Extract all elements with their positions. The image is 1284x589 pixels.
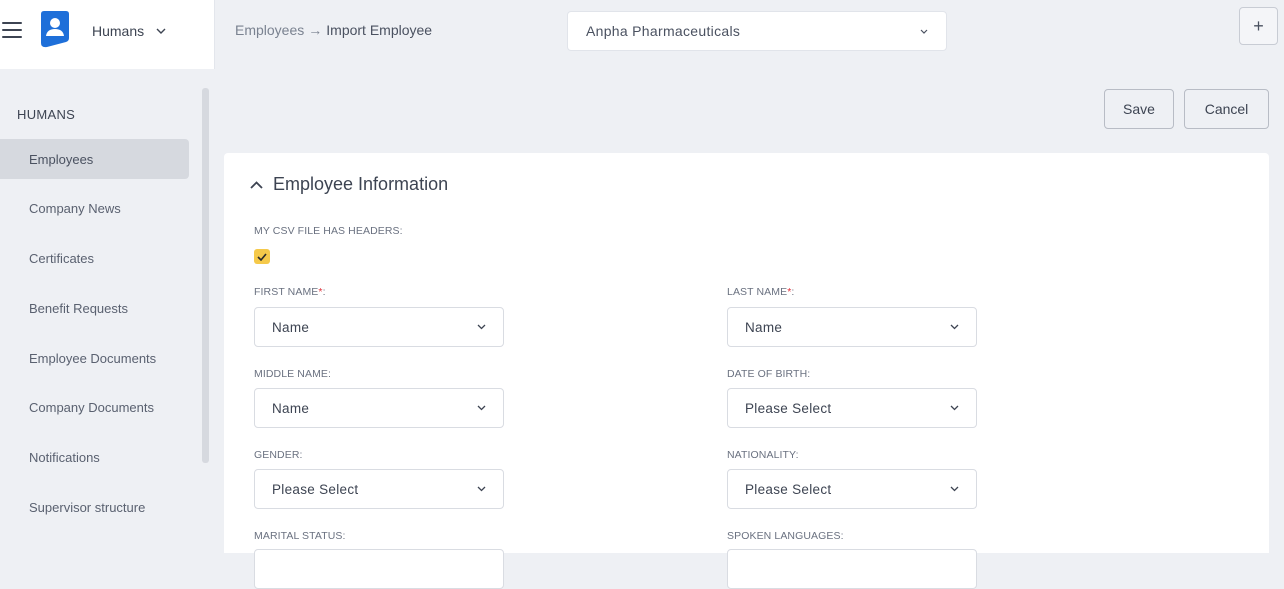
cancel-button[interactable]: Cancel (1184, 89, 1269, 129)
last-name-select[interactable]: Name (727, 307, 977, 347)
chevron-down-icon (156, 28, 166, 34)
middle-name-label: MIDDLE NAME: (254, 368, 332, 380)
date-of-birth-select[interactable]: Please Select (727, 388, 977, 428)
gender-label: GENDER: (254, 449, 303, 461)
last-name-label: LAST NAME*: (727, 286, 795, 298)
nationality-select[interactable]: Please Select (727, 469, 977, 509)
hamburger-menu-icon[interactable] (2, 22, 22, 40)
sidebar-item-employees[interactable]: Employees (0, 139, 189, 179)
chevron-down-icon (920, 29, 928, 34)
checkmark-icon (257, 252, 267, 261)
chevron-down-icon (950, 324, 959, 330)
chevron-down-icon (477, 324, 486, 330)
section-toggle[interactable]: Employee Information (250, 174, 448, 195)
spoken-languages-label: SPOKEN LANGUAGES: (727, 530, 844, 542)
sidebar-item-label: Employee Documents (29, 350, 157, 366)
top-bar: Humans Employees → Import Employee Anpha… (0, 0, 1284, 69)
select-value: Name (745, 319, 783, 335)
sidebar-item-label: Company Documents (29, 399, 154, 415)
gender-select[interactable]: Please Select (254, 469, 504, 509)
sidebar-heading: HUMANS (17, 107, 76, 122)
csv-headers-checkbox[interactable] (254, 249, 270, 264)
chevron-down-icon (950, 486, 959, 492)
spoken-languages-select[interactable] (727, 549, 977, 589)
csv-headers-label: MY CSV FILE HAS HEADERS: (254, 225, 403, 237)
section-title: Employee Information (273, 174, 449, 194)
app-switcher[interactable]: Humans (92, 22, 166, 40)
sidebar-item-company-documents[interactable]: Company Documents (0, 387, 189, 427)
sidebar-item-label: Notifications (29, 449, 100, 465)
app-name: Humans (92, 23, 145, 39)
middle-name-select[interactable]: Name (254, 388, 504, 428)
marital-status-label: MARITAL STATUS: (254, 530, 346, 542)
sidebar-item-label: Supervisor structure (29, 499, 146, 515)
select-value: Please Select (272, 481, 359, 497)
sidebar-item-certificates[interactable]: Certificates (0, 238, 189, 278)
select-value: Please Select (745, 400, 832, 416)
app-logo-icon (39, 10, 71, 48)
select-value: Name (272, 319, 310, 335)
plus-icon: + (1253, 15, 1264, 36)
select-value: Name (272, 400, 310, 416)
marital-status-select[interactable] (254, 549, 504, 589)
breadcrumb: Employees → Import Employee (235, 22, 432, 38)
breadcrumb-arrow-icon: → (308, 22, 323, 38)
sidebar-item-employee-documents[interactable]: Employee Documents (0, 338, 189, 378)
chevron-down-icon (477, 486, 486, 492)
sidebar-item-benefit-requests[interactable]: Benefit Requests (0, 288, 189, 328)
brand-area: Humans (0, 0, 215, 69)
sidebar-item-supervisor-structure[interactable]: Supervisor structure (0, 487, 189, 527)
breadcrumb-current: Import Employee (326, 22, 433, 38)
chevron-up-icon (250, 180, 263, 189)
date-of-birth-label: DATE OF BIRTH: (727, 368, 811, 380)
chevron-down-icon (950, 405, 959, 411)
sidebar-item-notifications[interactable]: Notifications (0, 437, 189, 477)
sidebar-item-label: Company News (29, 200, 121, 216)
company-select[interactable]: Anpha Pharmaceuticals (567, 11, 947, 51)
chevron-down-icon (477, 405, 486, 411)
nationality-label: NATIONALITY: (727, 449, 799, 461)
breadcrumb-employees-link[interactable]: Employees (235, 22, 304, 38)
sidebar-item-company-news[interactable]: Company News (0, 188, 189, 228)
add-button[interactable]: + (1239, 7, 1278, 45)
sidebar-item-label: Benefit Requests (29, 300, 129, 316)
employee-information-card: Employee Information MY CSV FILE HAS HEA… (224, 153, 1269, 589)
save-button[interactable]: Save (1104, 89, 1174, 129)
first-name-select[interactable]: Name (254, 307, 504, 347)
first-name-label: FIRST NAME*: (254, 286, 326, 298)
sidebar-scrollbar[interactable] (202, 88, 209, 463)
select-value: Please Select (745, 481, 832, 497)
sidebar-item-label: Employees (29, 151, 94, 167)
company-select-value: Anpha Pharmaceuticals (586, 23, 741, 39)
sidebar-item-label: Certificates (29, 250, 95, 266)
sidebar: HUMANS Employees Company News Certificat… (0, 69, 210, 553)
